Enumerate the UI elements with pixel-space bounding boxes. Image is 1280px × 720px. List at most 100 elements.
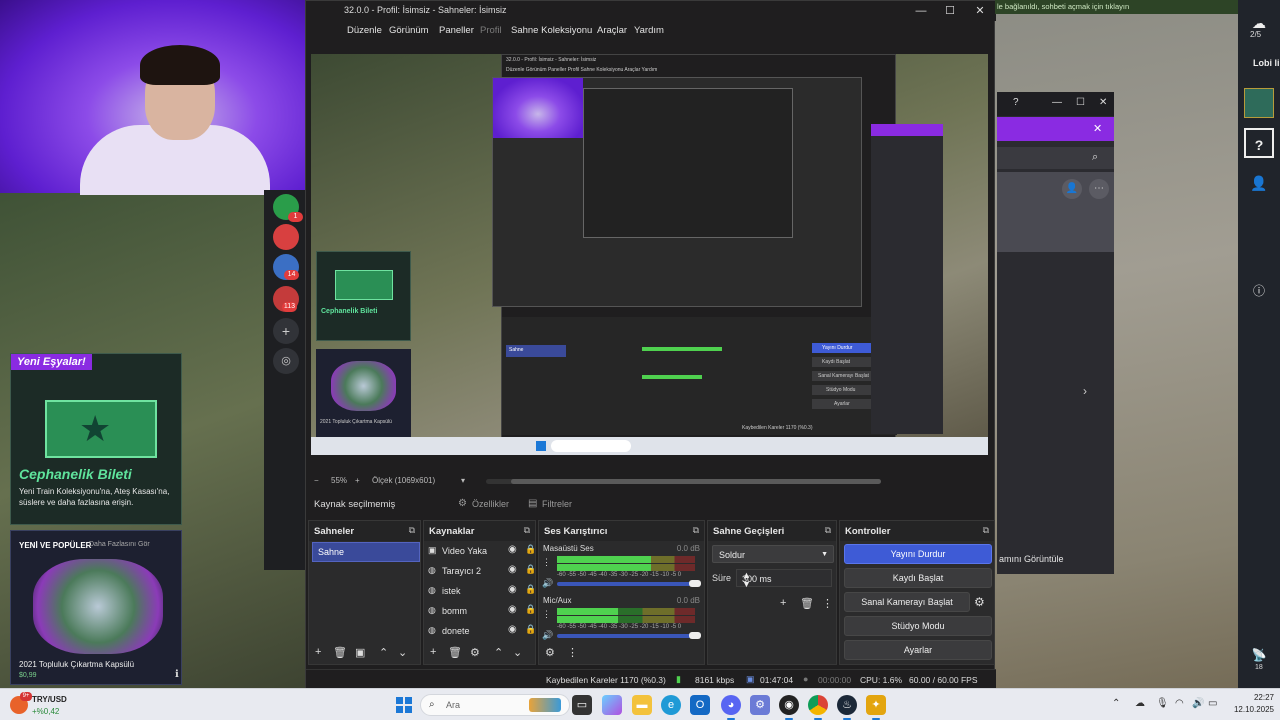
source-properties-icon[interactable]: ⚙	[470, 646, 480, 659]
volume-handle[interactable]	[689, 580, 701, 587]
file-explorer-icon[interactable]: ▬	[632, 695, 652, 715]
start-button[interactable]	[396, 697, 412, 713]
dialog-search[interactable]: ⌕	[997, 147, 1114, 169]
move-down-icon[interactable]: ⌄	[513, 646, 522, 659]
undock-icon[interactable]: ⧉	[524, 525, 530, 536]
menu-edit[interactable]: Düzenle	[347, 25, 382, 36]
trash-icon[interactable]: 🗑	[448, 646, 462, 659]
info-icon[interactable]: ℹ	[175, 669, 179, 680]
add-icon[interactable]: +	[430, 646, 436, 658]
sticker-capsule-card[interactable]: YENİ VE POPÜLER Daha Fazlasını Gör 2021 …	[10, 530, 182, 685]
add-icon[interactable]: +	[780, 597, 786, 609]
advanced-audio-icon[interactable]: ⚙	[545, 646, 555, 659]
maximize-icon[interactable]: ☐	[1076, 97, 1085, 108]
obs-icon[interactable]: ◉	[779, 695, 799, 720]
wifi-icon[interactable]: ◠	[1175, 698, 1184, 709]
trash-icon[interactable]: 🗑	[800, 597, 814, 610]
view-label[interactable]: amını Görüntüle	[999, 554, 1064, 564]
explore-icon[interactable]: ◎	[273, 348, 299, 374]
cs2-icon[interactable]: ✦	[866, 695, 886, 720]
armory-pass-card[interactable]: Yeni Eşyalar! ★ Cephanelik Bileti Yeni T…	[10, 353, 182, 525]
chevron-up-icon[interactable]: ⌃	[1112, 698, 1120, 709]
volume-handle[interactable]	[689, 632, 701, 639]
add-friend-icon[interactable]: 👤	[1062, 179, 1082, 199]
menu-view[interactable]: Görünüm	[389, 25, 429, 36]
obs-preview[interactable]: 32.0.0 - Profil: İsimsiz - Sahneler: İsi…	[311, 54, 988, 455]
studio-mode-button[interactable]: Stüdyo Modu	[844, 616, 992, 636]
lock-icon[interactable]: 🔒	[525, 564, 536, 575]
undock-icon[interactable]: ⧉	[983, 525, 989, 536]
visibility-icon[interactable]: ◉	[508, 564, 517, 575]
volume-slider[interactable]	[557, 634, 695, 638]
task-view-icon[interactable]: ▭	[572, 695, 592, 715]
decrement-icon[interactable]: ▼	[742, 579, 832, 589]
menu-scene-collection[interactable]: Sahne Koleksiyonu	[511, 25, 592, 36]
edge-icon[interactable]: e	[661, 695, 681, 715]
help-icon[interactable]: ?	[1013, 97, 1019, 108]
lock-icon[interactable]: 🔒	[525, 604, 536, 615]
move-up-icon[interactable]: ⌃	[379, 646, 388, 659]
transition-select[interactable]: Soldur ▼	[712, 545, 834, 563]
stop-streaming-button[interactable]: Yayını Durdur	[844, 544, 992, 564]
mixer-menu-icon[interactable]: ⋮	[567, 646, 578, 659]
source-item[interactable]: ▣ Video Yaka ◉ 🔒	[424, 542, 542, 560]
undock-icon[interactable]: ⧉	[409, 525, 415, 536]
move-up-icon[interactable]: ⌃	[494, 646, 503, 659]
move-down-icon[interactable]: ⌄	[398, 646, 407, 659]
avatar[interactable]	[1244, 88, 1274, 118]
undock-icon[interactable]: ⧉	[693, 525, 699, 536]
undock-icon[interactable]: ⧉	[825, 525, 831, 536]
source-item[interactable]: ◍ bomm ◉ 🔒	[424, 602, 542, 620]
currency-widget[interactable]: 9+ TRY/USD +%0,42	[8, 692, 68, 718]
see-more-link[interactable]: Daha Fazlasını Gör	[89, 541, 150, 548]
start-recording-button[interactable]: Kaydı Başlat	[844, 568, 992, 588]
maximize-button[interactable]: ☐	[935, 3, 965, 19]
gear-icon[interactable]: ⚙	[974, 595, 985, 609]
close-icon[interactable]: ✕	[1093, 122, 1102, 135]
taskbar-search[interactable]: ⌕ Ara	[420, 694, 570, 716]
visibility-icon[interactable]: ◉	[508, 604, 517, 615]
outlook-icon[interactable]: O	[690, 695, 710, 715]
source-item[interactable]: ◍ Tarayıcı 2 ◉ 🔒	[424, 562, 542, 580]
menu-tools[interactable]: Araçlar	[597, 25, 627, 36]
menu-help[interactable]: Yardım	[634, 25, 664, 36]
channel-menu-icon[interactable]: ⋮	[542, 557, 551, 568]
info-icon[interactable]: ⓘ	[1244, 276, 1274, 306]
properties-button[interactable]: ⚙ Özellikler	[458, 496, 509, 512]
volume-icon[interactable]: 🔊	[1192, 698, 1204, 709]
steam-icon[interactable]: ♨	[837, 695, 857, 720]
battery-icon[interactable]: ▭	[1208, 698, 1217, 709]
help-icon[interactable]: ?	[1244, 128, 1274, 158]
source-item[interactable]: ◍ istek ◉ 🔒	[424, 582, 542, 600]
lock-icon[interactable]: 🔒	[525, 624, 536, 635]
zoom-in-icon[interactable]: +	[355, 476, 360, 485]
transition-menu-icon[interactable]: ⋮	[822, 597, 833, 610]
cloud-icon[interactable]: ☁	[1135, 698, 1145, 709]
clock[interactable]: 22:27 12.10.2025	[1224, 692, 1274, 716]
minimize-button[interactable]: —	[906, 3, 936, 19]
start-virtual-camera-button[interactable]: Sanal Kamerayı Başlat	[844, 592, 970, 612]
scene-filters-icon[interactable]: ▣	[355, 646, 365, 659]
minimize-icon[interactable]: —	[1052, 97, 1062, 108]
visibility-icon[interactable]: ◉	[508, 584, 517, 595]
menu-docks[interactable]: Paneller	[439, 25, 474, 36]
add-server-icon[interactable]: +	[273, 318, 299, 344]
zoom-out-icon[interactable]: −	[314, 476, 319, 485]
add-icon[interactable]: +	[315, 646, 321, 658]
chevron-right-icon[interactable]: ›	[1083, 384, 1087, 398]
close-button[interactable]: ✕	[965, 3, 995, 19]
speaker-icon[interactable]: 🔊	[542, 630, 553, 641]
close-icon[interactable]: ✕	[1099, 97, 1107, 108]
visibility-icon[interactable]: ◉	[508, 624, 517, 635]
volume-slider[interactable]	[557, 582, 695, 586]
copilot-icon[interactable]	[602, 695, 622, 715]
lock-icon[interactable]: 🔒	[525, 544, 536, 555]
profile-icon[interactable]: 👤	[1244, 168, 1274, 198]
zoom-dropdown-icon[interactable]: ▾	[461, 476, 465, 485]
discord-icon[interactable]: ◕	[721, 695, 741, 720]
settings-gear-icon[interactable]: ⚙	[750, 695, 770, 715]
preview-scrollbar-thumb[interactable]	[511, 479, 881, 484]
channel-menu-icon[interactable]: ⋮	[542, 609, 551, 620]
lock-icon[interactable]: 🔒	[525, 584, 536, 595]
source-item[interactable]: ◍ donete ◉ 🔒	[424, 622, 542, 640]
